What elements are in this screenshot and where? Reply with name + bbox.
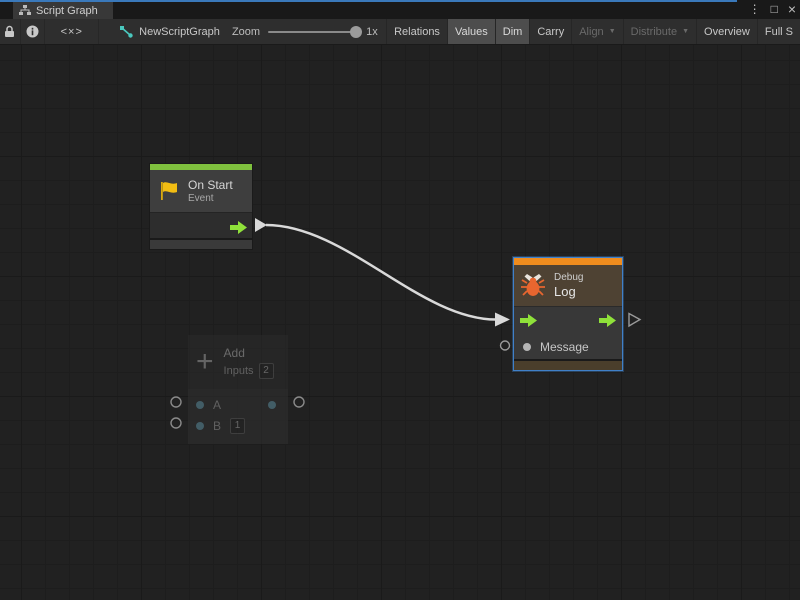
more-menu-icon[interactable]: ⋮ (749, 0, 761, 19)
node-debug-log[interactable]: Debug Log Message (513, 257, 623, 371)
toggle-values[interactable]: Values (447, 19, 495, 44)
inputs-count-field[interactable]: 2 (259, 363, 274, 379)
wire-start-arrowhead[interactable] (255, 218, 267, 232)
chevron-down-icon: ▼ (609, 28, 616, 35)
node-title-area: On Start Event (150, 170, 252, 212)
graph-asset-selector[interactable]: NewScriptGraph (120, 19, 224, 44)
value-input-port[interactable] (523, 343, 531, 351)
add-input-b-connector[interactable] (171, 418, 181, 428)
lock-icon (4, 25, 15, 38)
toggle-dim[interactable]: Dim (495, 19, 530, 44)
add-input-a-connector[interactable] (171, 397, 181, 407)
chevron-down-icon: ▼ (682, 28, 689, 35)
node-add[interactable]: + Add Inputs 2 A B 1 (188, 335, 288, 444)
zoom-slider[interactable] (268, 19, 362, 45)
tab-script-graph[interactable]: Script Graph (13, 2, 113, 19)
exec-output-port[interactable] (230, 221, 247, 234)
flag-icon (158, 180, 180, 202)
node-title: Add (224, 346, 274, 360)
exec-output-port[interactable] (599, 314, 616, 327)
add-output-connector[interactable] (294, 397, 304, 407)
port-b-value-field[interactable]: 1 (230, 418, 245, 434)
port-row-a: A (188, 394, 288, 415)
bug-icon (520, 274, 546, 297)
zoom-label: Zoom (232, 26, 260, 38)
node-port-row (150, 212, 252, 240)
node-subtitle: Event (188, 193, 233, 204)
graph-toolbar: <×> NewScriptGraph Zoom 1x Relations Val… (0, 19, 800, 45)
node-body: Message (514, 306, 622, 359)
distribute-dropdown[interactable]: Distribute ▼ (623, 19, 696, 44)
exec-port-row (514, 307, 622, 334)
graph-asset-name: NewScriptGraph (139, 26, 220, 38)
wire-onstart-to-debuglog[interactable] (266, 225, 496, 320)
code-view-button[interactable]: <×> (45, 19, 99, 44)
script-graph-window: Script Graph ⋮ □ × <×> (0, 0, 800, 600)
graph-hierarchy-icon (19, 5, 31, 16)
align-dropdown[interactable]: Align ▼ (571, 19, 622, 44)
node-title-area: Debug Log (514, 265, 622, 306)
node-title: On Start (188, 178, 233, 192)
code-icon: <×> (61, 26, 83, 38)
close-icon[interactable]: × (788, 0, 796, 19)
toggle-carry[interactable]: Carry (529, 19, 571, 44)
node-port-rows: A B 1 (188, 389, 288, 444)
maximize-icon[interactable]: □ (771, 0, 778, 19)
lock-button[interactable] (0, 19, 21, 44)
zoom-control: Zoom 1x (232, 19, 384, 44)
info-button[interactable] (21, 19, 46, 44)
node-title: Log (554, 284, 583, 299)
window-controls: ⋮ □ × (749, 0, 796, 19)
zoom-value: 1x (366, 26, 384, 38)
script-graph-asset-icon (120, 26, 133, 38)
inputs-label: Inputs (224, 365, 254, 377)
node-on-start[interactable]: On Start Event (149, 163, 253, 250)
toggle-overview[interactable]: Overview (696, 19, 757, 44)
exec-output-connector[interactable] (629, 314, 640, 327)
node-accent-strip (514, 258, 622, 265)
value-input-port[interactable] (196, 401, 204, 409)
toggle-relations[interactable]: Relations (386, 19, 447, 44)
toolbar-toggle-group: Relations Values Dim Carry Align ▼ Distr… (386, 19, 800, 44)
add-icon: + (196, 347, 214, 377)
zoom-slider-knob[interactable] (350, 26, 362, 38)
value-input-port[interactable] (196, 422, 204, 430)
wire-end-arrowhead[interactable] (495, 313, 510, 327)
message-port-row: Message (514, 334, 622, 359)
node-category: Debug (554, 272, 583, 283)
message-input-connector[interactable] (501, 341, 510, 350)
tab-bar: Script Graph ⋮ □ × (0, 0, 800, 19)
tab-title: Script Graph (36, 5, 98, 17)
connections-overlay (0, 45, 800, 600)
port-label: Message (540, 340, 589, 354)
node-footer (514, 361, 622, 370)
graph-canvas[interactable]: On Start Event + Add Inputs 2 (0, 45, 800, 600)
node-footer (150, 240, 252, 249)
zoom-slider-track[interactable] (268, 31, 356, 33)
info-icon (26, 25, 39, 38)
port-row-b: B 1 (188, 415, 288, 436)
value-output-port[interactable] (268, 401, 276, 409)
node-title-area: + Add Inputs 2 (188, 335, 288, 389)
exec-input-port[interactable] (520, 314, 537, 327)
toggle-full-screen[interactable]: Full S (757, 19, 800, 44)
